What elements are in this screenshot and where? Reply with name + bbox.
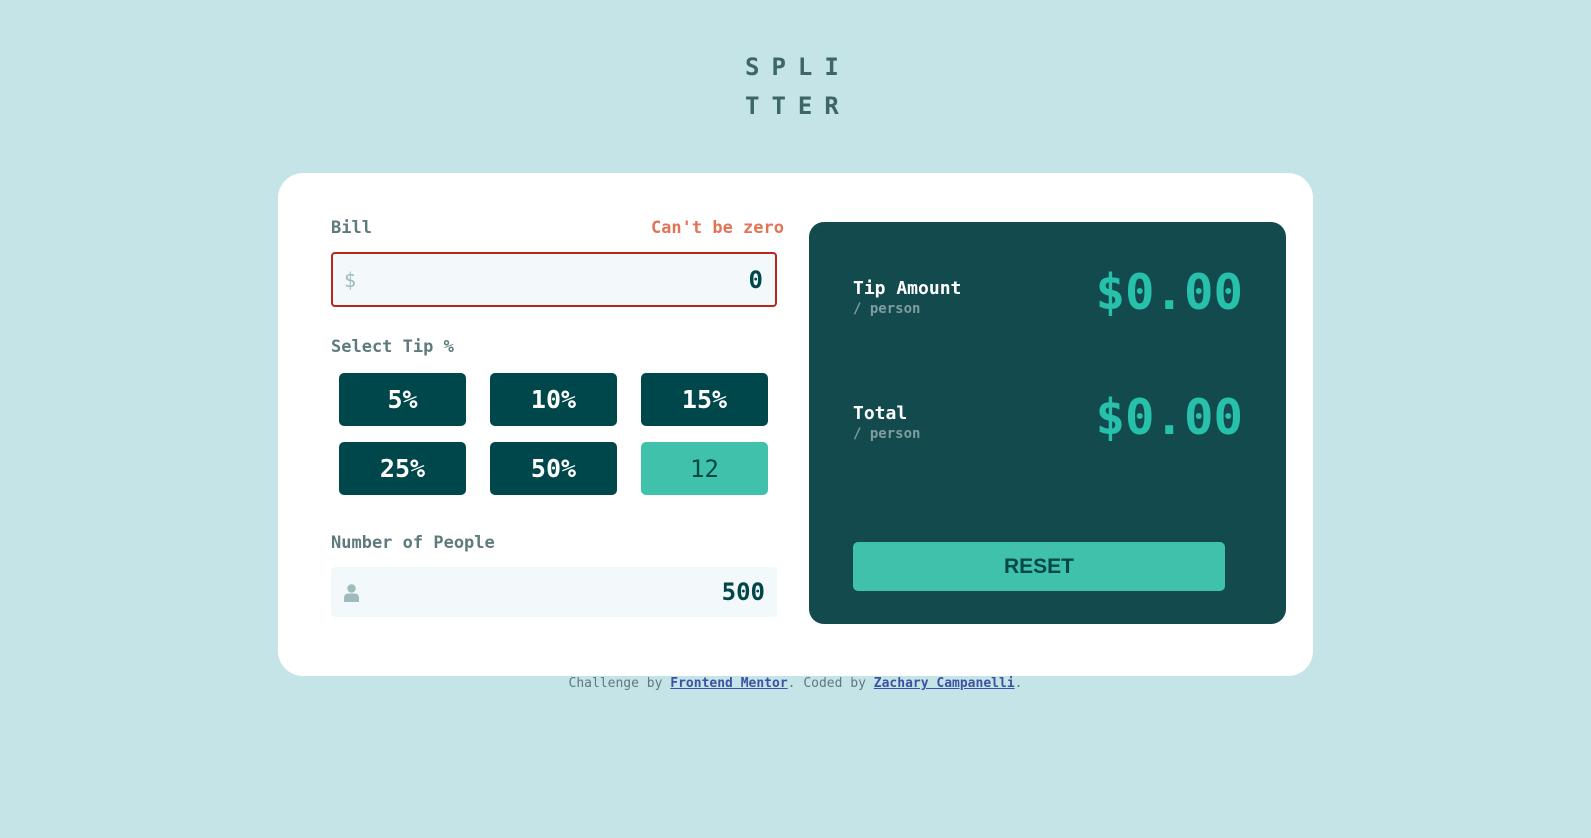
logo-line-2: TTER: [745, 92, 851, 120]
tip-amount-title: Tip Amount: [853, 278, 962, 299]
calculator-card: Bill Can't be zero $ Select Tip % 5% 10%…: [278, 173, 1313, 676]
attribution-footer: Challenge by Frontend Mentor. Coded by Z…: [0, 676, 1591, 691]
bill-label-row: Bill Can't be zero: [331, 218, 784, 242]
custom-tip-input[interactable]: 12: [641, 442, 768, 495]
dollar-icon: $: [344, 267, 357, 292]
bill-error-message: Can't be zero: [650, 218, 784, 238]
footer-prefix: Challenge by: [568, 676, 671, 691]
people-label: Number of People: [331, 533, 495, 553]
bill-input[interactable]: [383, 254, 763, 305]
total-title: Total: [853, 403, 908, 424]
people-field[interactable]: [331, 567, 777, 617]
reset-button[interactable]: RESET: [853, 542, 1225, 591]
tip-amount-row: Tip Amount / person $0.00: [853, 264, 1243, 334]
footer-suffix: .: [1014, 676, 1023, 691]
tip-button-25[interactable]: 25%: [339, 442, 466, 495]
tip-button-10[interactable]: 10%: [490, 373, 617, 426]
tip-button-15[interactable]: 15%: [641, 373, 768, 426]
input-panel: Bill Can't be zero $ Select Tip % 5% 10%…: [331, 218, 784, 617]
results-panel: Tip Amount / person $0.00 Total / person…: [809, 222, 1286, 624]
frontend-mentor-link[interactable]: Frontend Mentor: [670, 676, 787, 691]
logo-line-1: SPLI: [745, 53, 851, 81]
people-input[interactable]: [385, 567, 765, 617]
tip-amount-value: $0.00: [1095, 264, 1243, 321]
app-logo: SPLI TTER: [745, 48, 855, 126]
total-value: $0.00: [1095, 389, 1243, 446]
author-link[interactable]: Zachary Campanelli: [874, 676, 1015, 691]
tip-amount-sub: / person: [853, 301, 921, 317]
select-tip-label: Select Tip %: [331, 337, 454, 357]
tip-button-5[interactable]: 5%: [339, 373, 466, 426]
total-sub: / person: [853, 426, 921, 442]
bill-field[interactable]: $: [331, 252, 777, 307]
bill-label: Bill: [331, 218, 372, 238]
total-row: Total / person $0.00: [853, 389, 1243, 459]
person-icon: [344, 584, 359, 602]
tip-button-50[interactable]: 50%: [490, 442, 617, 495]
tip-options: 5% 10% 15% 25% 50% 12: [339, 373, 784, 495]
footer-middle: . Coded by: [787, 676, 874, 691]
